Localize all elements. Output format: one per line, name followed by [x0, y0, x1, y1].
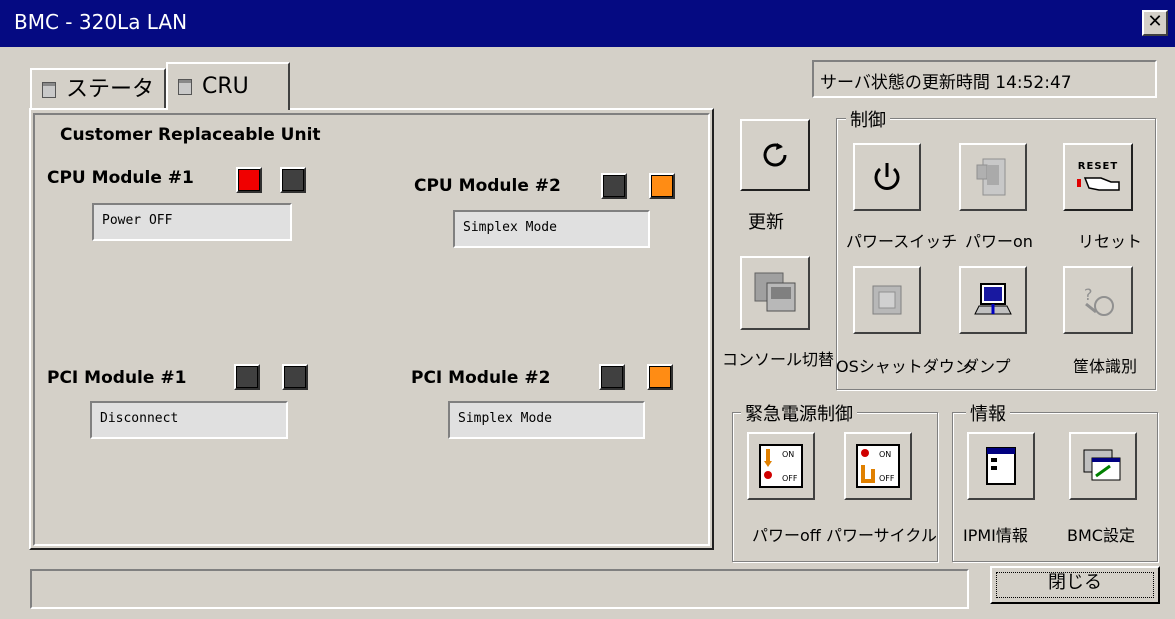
power-cycle-icon: ON OFF	[856, 444, 900, 488]
chassis-identify-label: 筐体識別	[1073, 357, 1138, 376]
emergency-power-group-title: 緊急電源制御	[741, 400, 857, 426]
status-bar	[30, 569, 969, 609]
power-on-label: パワーon	[965, 232, 1033, 251]
os-shutdown-button[interactable]	[853, 266, 921, 334]
bmc-settings-button[interactable]	[1069, 432, 1137, 500]
update-time-value: 14:52:47	[995, 73, 1072, 93]
console-switch-label: コンソール切替	[722, 350, 835, 369]
tab-status[interactable]: ステータス	[30, 68, 166, 142]
close-button[interactable]: 閉じる	[990, 566, 1160, 604]
window-title: BMC - 320La LAN	[14, 10, 188, 34]
status-tab-icon	[42, 82, 56, 98]
pci-module-2-label: PCI Module #2	[411, 368, 551, 388]
refresh-label: 更新	[748, 212, 784, 233]
cpu-module-2-status: Simplex Mode	[453, 210, 650, 248]
cpu-module-1-led-2	[280, 167, 306, 193]
reset-icon	[1077, 176, 1120, 191]
power-switch-button[interactable]	[853, 143, 921, 211]
power-cycle-label: パワーサイクル	[826, 526, 937, 545]
cpu-module-1-led-1	[236, 167, 262, 193]
cpu-module-1-label: CPU Module #1	[47, 168, 194, 188]
update-time-display: サーバ状態の更新時間 14:52:47	[812, 60, 1157, 98]
svg-text:?: ?	[1084, 285, 1093, 304]
power-on-button[interactable]	[959, 143, 1027, 211]
console-switch-icon	[754, 272, 796, 312]
bmc-settings-label: BMC設定	[1067, 526, 1135, 545]
dump-icon	[974, 283, 1012, 315]
power-off-off-text: OFF	[782, 474, 798, 483]
power-on-icon	[976, 158, 1006, 196]
ipmi-info-button[interactable]	[967, 432, 1035, 500]
chassis-identify-button[interactable]: ?	[1063, 266, 1133, 334]
power-off-on-text: ON	[782, 450, 794, 459]
os-shutdown-icon	[872, 285, 902, 315]
power-cycle-button[interactable]: ON OFF	[844, 432, 912, 500]
ipmi-info-icon	[986, 447, 1016, 485]
reset-badge: RESET	[1077, 160, 1119, 172]
cpu-module-2-label: CPU Module #2	[414, 176, 561, 196]
update-time-label: サーバ状態の更新時間	[820, 73, 990, 93]
power-cycle-on-text: ON	[879, 450, 891, 459]
power-switch-label: パワースイッチ	[846, 232, 958, 251]
power-off-label: パワーoff	[752, 526, 821, 545]
os-shutdown-label: OSシャットダウン	[836, 357, 971, 376]
power-icon	[874, 163, 900, 190]
refresh-button[interactable]	[740, 119, 810, 191]
cpu-module-1-status: Power OFF	[92, 203, 292, 241]
pci-module-1-led-1	[234, 364, 260, 390]
dump-label: ダンプ	[963, 357, 1011, 376]
info-group-title: 情報	[966, 400, 1010, 426]
console-switch-button[interactable]	[740, 256, 810, 330]
bmc-settings-icon	[1083, 449, 1121, 481]
cpu-module-2-led-2	[649, 173, 675, 199]
tab-cru[interactable]: CRU	[166, 62, 290, 110]
pci-module-1-led-2	[282, 364, 308, 390]
pci-module-1-status: Disconnect	[90, 401, 288, 439]
pci-module-2-led-1	[599, 364, 625, 390]
power-cycle-off-text: OFF	[879, 474, 895, 483]
pci-module-2-led-2	[647, 364, 673, 390]
control-group-title: 制御	[846, 106, 890, 132]
ipmi-info-label: IPMI情報	[963, 526, 1028, 545]
reset-label: リセット	[1078, 232, 1143, 251]
reset-button[interactable]: RESET	[1063, 143, 1133, 211]
window-close-button[interactable]: ✕	[1142, 10, 1168, 36]
refresh-icon	[763, 143, 787, 167]
power-off-switch-icon: ON OFF	[759, 444, 803, 488]
chassis-identify-icon: ?	[1084, 285, 1114, 316]
cru-heading: Customer Replaceable Unit	[60, 125, 321, 145]
tab-cru-label: CRU	[202, 74, 249, 99]
power-off-button[interactable]: ON OFF	[747, 432, 815, 500]
close-button-focus-ring	[996, 572, 1154, 598]
cpu-module-2-led-1	[601, 173, 627, 199]
dump-button[interactable]	[959, 266, 1027, 334]
cru-tab-icon	[178, 79, 192, 95]
pci-module-2-status: Simplex Mode	[448, 401, 645, 439]
pci-module-1-label: PCI Module #1	[47, 368, 187, 388]
